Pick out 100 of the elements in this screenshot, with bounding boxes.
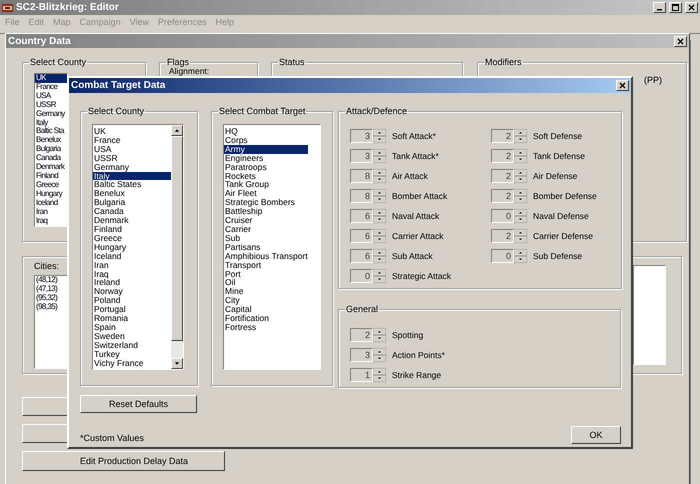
spin-arrows-icon[interactable] [373,189,386,203]
list-item[interactable]: Port [224,270,308,278]
scroll-thumb[interactable] [171,136,183,341]
spin-arrows-icon[interactable] [514,169,527,183]
list-item[interactable]: USSR [93,154,171,163]
list-item[interactable]: Cruiser [224,216,308,225]
spin-arrows-icon[interactable] [514,189,527,203]
list-item[interactable]: Tank Group [224,180,308,190]
list-item[interactable]: USA [93,144,171,154]
list-item[interactable]: Corps [224,136,308,145]
list-item[interactable]: Italy [93,172,171,180]
list-item[interactable]: Iran [35,208,67,216]
list-item[interactable]: France [93,136,171,145]
ok-button[interactable]: OK [571,426,621,444]
list-box[interactable] [223,124,321,370]
close-button[interactable] [685,2,698,13]
spin-arrows-icon[interactable] [373,368,386,382]
list-item[interactable]: Iraq [35,216,67,226]
list-item[interactable]: Finland [35,172,67,181]
list-item[interactable]: Germany [35,110,67,119]
list-item[interactable]: Strategic Bombers [224,198,308,208]
list-item[interactable]: Iceland [35,198,67,208]
list-item[interactable]: Air Fleet [224,189,308,198]
list-item[interactable]: Rockets [224,172,308,180]
max-button[interactable] [669,2,682,13]
list-item[interactable]: Iraq [93,270,171,278]
spin-arrows-icon[interactable] [514,149,527,163]
list-item[interactable]: Benelux [93,189,171,198]
list-item[interactable]: Engineers [224,154,308,163]
list-item[interactable]: Portugal [93,305,171,314]
list-item[interactable]: Finland [93,224,171,234]
list-item[interactable]: Transport [224,260,308,270]
close-button[interactable] [616,80,629,91]
list-item[interactable]: Paratroops [224,162,308,172]
list-item[interactable]: USA [35,92,67,101]
spin-arrows-icon[interactable] [373,229,386,243]
list-item[interactable]: Bulgaria [35,145,67,154]
spin-arrows-icon[interactable] [373,249,386,263]
spin-arrows-icon[interactable] [514,229,527,243]
list-item[interactable]: City [224,296,308,306]
spin-arrows-icon[interactable] [514,209,527,223]
list-item[interactable]: Fortress [224,322,308,332]
list-item[interactable]: Baltic States [93,180,171,190]
scrollbar[interactable] [171,125,183,369]
list-item[interactable]: Carrier [224,224,308,234]
list-item[interactable]: Denmark [35,163,67,172]
spin-arrows-icon[interactable] [373,348,386,362]
spin-arrows-icon[interactable] [514,129,527,143]
reset-defaults-button[interactable]: Reset Defaults [80,395,197,413]
list-item[interactable]: UK [93,127,171,136]
list-item[interactable]: UK [35,74,67,83]
list-item[interactable]: Hungary [35,190,67,199]
list-item[interactable]: Army [224,144,308,154]
list-item[interactable]: Norway [93,287,171,296]
list-item[interactable]: Battleship [224,207,308,216]
list-item[interactable]: Spain [93,322,171,332]
edit-production-delay-button[interactable]: Edit Production Delay Data [22,451,225,471]
list-item[interactable]: Amphibious Transport [224,252,308,261]
list-item[interactable]: Oil [224,278,308,288]
spin-arrows-icon[interactable] [373,209,386,223]
list-item[interactable]: Iran [93,260,171,270]
list-item[interactable]: Poland [93,296,171,306]
spin-arrows-icon[interactable] [373,169,386,183]
list-item[interactable]: HQ [224,127,308,136]
list-item[interactable]: (47,13) [35,284,67,294]
spin-arrows-icon[interactable] [514,249,527,263]
spin-arrows-icon[interactable] [373,328,386,342]
list-box[interactable]: (48,12) (47,13) (95,32) (98,35) [34,275,68,369]
list-item[interactable]: France [35,82,67,92]
list-item[interactable]: Germany [93,162,171,172]
list-item[interactable]: Sweden [93,332,171,341]
min-button[interactable] [653,2,666,13]
list-item[interactable]: Vichy France [93,358,171,368]
list-item[interactable]: Mine [224,287,308,296]
list-item[interactable]: Greece [93,234,171,243]
list-item[interactable]: Canada [35,154,67,164]
list-item[interactable]: Partisans [224,242,308,252]
list-item[interactable]: USSR [35,100,67,110]
list-item[interactable]: Canada [93,207,171,216]
list-item[interactable]: Greece [35,180,67,190]
list-box[interactable] [92,124,184,370]
list-item[interactable]: Italy [35,118,67,128]
list-item[interactable]: Sub [224,234,308,243]
list-item[interactable]: Iceland [93,252,171,261]
list-item[interactable]: Ireland [93,278,171,288]
list-item[interactable]: Denmark [93,216,171,225]
list-item[interactable]: Bulgaria [93,198,171,208]
list-item[interactable]: Capital [224,305,308,314]
list-item[interactable]: Baltic Sta [35,127,67,136]
list-item[interactable]: Hungary [93,242,171,252]
list-item[interactable]: (95,32) [35,294,67,303]
list-item[interactable]: Romania [93,314,171,323]
list-item[interactable]: Fortification [224,314,308,323]
list-box[interactable]: UK France USA USSR Germany Italy Baltic Sta Benelux Bulgaria Canada Denmark Finland Greece Hungary Iceland Iran Iraq [34,73,68,227]
spin-arrows-icon[interactable] [373,269,386,283]
spin-arrows-icon[interactable] [373,149,386,163]
list-item[interactable]: Turkey [93,350,171,359]
list-item[interactable]: (48,12) [35,276,67,285]
list-item[interactable]: Switzerland [93,340,171,350]
list-item[interactable]: (98,35) [35,302,67,312]
